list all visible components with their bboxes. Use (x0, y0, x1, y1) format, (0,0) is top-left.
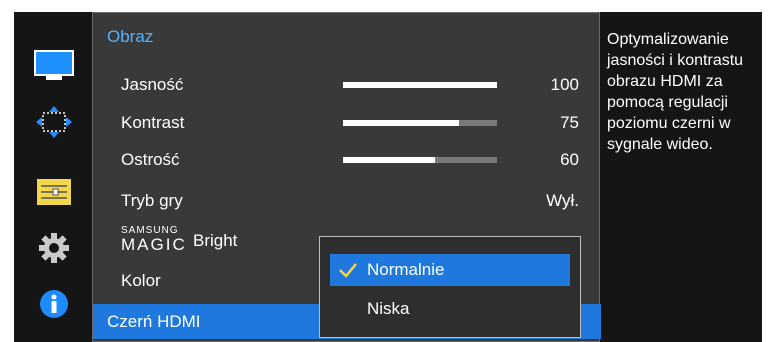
menu-item-value: 100 (550, 75, 579, 94)
option-low[interactable]: Niska (330, 293, 570, 325)
sharpness-slider[interactable] (343, 157, 497, 163)
rail-item-screen[interactable] (26, 102, 82, 142)
settings-gear-icon (39, 233, 69, 263)
system-sliders-icon (37, 179, 71, 205)
menu-item-label: Kolor (121, 271, 161, 290)
rail-item-settings[interactable] (26, 228, 82, 268)
hdmi-black-dropdown: Normalnie Niska (319, 236, 581, 338)
panel-title: Obraz (107, 27, 154, 46)
menu-item-label: Kontrast (121, 113, 185, 132)
contrast-slider[interactable] (343, 120, 497, 126)
info-icon (40, 290, 68, 318)
slider-fill (343, 157, 436, 163)
option-normal[interactable]: Normalnie (330, 254, 570, 286)
menu-icon-rail (14, 12, 92, 342)
option-label: Niska (367, 299, 410, 318)
menu-item-brightness[interactable]: Jasność 100 (93, 69, 601, 103)
brightness-slider[interactable] (343, 82, 497, 88)
rail-item-picture[interactable] (26, 46, 82, 86)
magic-bright-text: Bright (193, 231, 238, 250)
menu-item-value: Wył. (546, 191, 579, 210)
checkmark-icon (339, 263, 357, 278)
menu-item-label: Tryb gry (121, 191, 183, 210)
menu-item-value: 75 (560, 113, 579, 132)
monitor-icon (34, 50, 74, 80)
menu-item-label: Ostrość (121, 150, 180, 169)
menu-item-label: Jasność (121, 75, 184, 94)
menu-item-game-mode[interactable]: Tryb gry Wył. (93, 185, 601, 219)
rail-item-system[interactable] (26, 172, 82, 212)
menu-item-sharpness[interactable]: Ostrość 60 (93, 144, 601, 178)
menu-item-contrast[interactable]: Kontrast 75 (93, 107, 601, 141)
slider-fill (343, 120, 459, 126)
help-description: Optymalizowanie jasności i kontrastu obr… (607, 31, 744, 153)
menu-item-value: 60 (560, 150, 579, 169)
slider-fill (343, 82, 497, 88)
screen-adjust-icon (36, 106, 72, 138)
option-label: Normalnie (367, 260, 445, 279)
rail-item-info[interactable] (26, 284, 82, 324)
magic-magic-text: MAGIC (121, 235, 187, 254)
menu-item-label: Czerń HDMI (107, 312, 201, 331)
